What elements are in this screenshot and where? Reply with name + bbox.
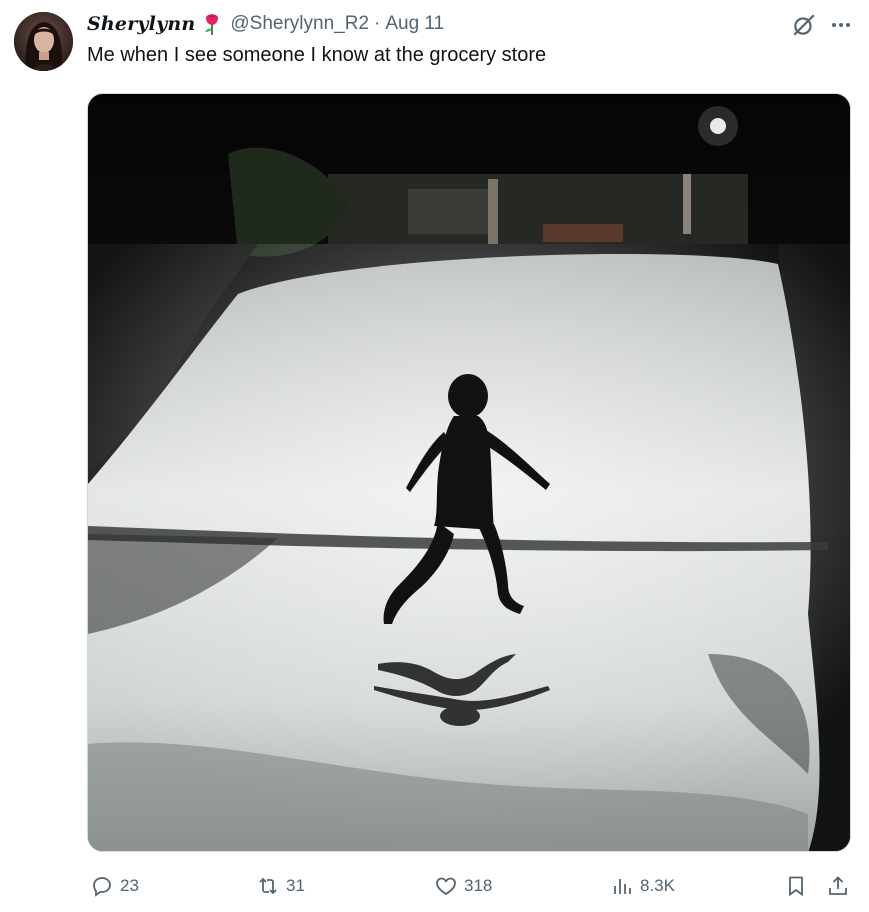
repost-button[interactable]: 31 — [256, 874, 305, 898]
more-icon[interactable] — [829, 13, 853, 37]
heart-icon — [436, 877, 456, 896]
user-handle[interactable]: @Sherylynn_R2 — [230, 13, 369, 35]
reply-icon — [93, 877, 111, 897]
repost-icon — [259, 877, 277, 895]
views-icon — [614, 879, 631, 894]
reply-count: 23 — [120, 876, 139, 895]
like-button[interactable]: 318 — [434, 874, 492, 898]
bookmark-icon — [789, 876, 803, 897]
view-count: 8.3K — [640, 876, 675, 895]
grok-icon[interactable] — [791, 12, 817, 38]
repost-count: 31 — [286, 876, 305, 895]
views-button[interactable]: 8.3K — [610, 874, 675, 898]
tweet-text: Me when I see someone I know at the groc… — [87, 44, 547, 66]
bookmark-button[interactable] — [784, 874, 808, 898]
tweet-photo[interactable] — [87, 93, 851, 852]
reply-button[interactable]: 23 — [90, 874, 139, 898]
display-name[interactable]: Sherylynn — [87, 13, 195, 35]
tweet-header: Sherylynn @Sherylynn_R2 · Aug 11 — [87, 10, 444, 38]
avatar[interactable] — [14, 12, 73, 71]
rose-icon — [205, 14, 219, 35]
tweet-date[interactable]: Aug 11 — [385, 13, 444, 35]
separator-dot: · — [374, 13, 381, 34]
photo-scene — [88, 94, 850, 851]
header-actions — [791, 12, 853, 38]
like-count: 318 — [464, 876, 493, 895]
share-button[interactable] — [826, 874, 850, 898]
share-icon — [829, 876, 847, 895]
tweet-actions: 23 31 318 8.3K — [0, 868, 869, 904]
